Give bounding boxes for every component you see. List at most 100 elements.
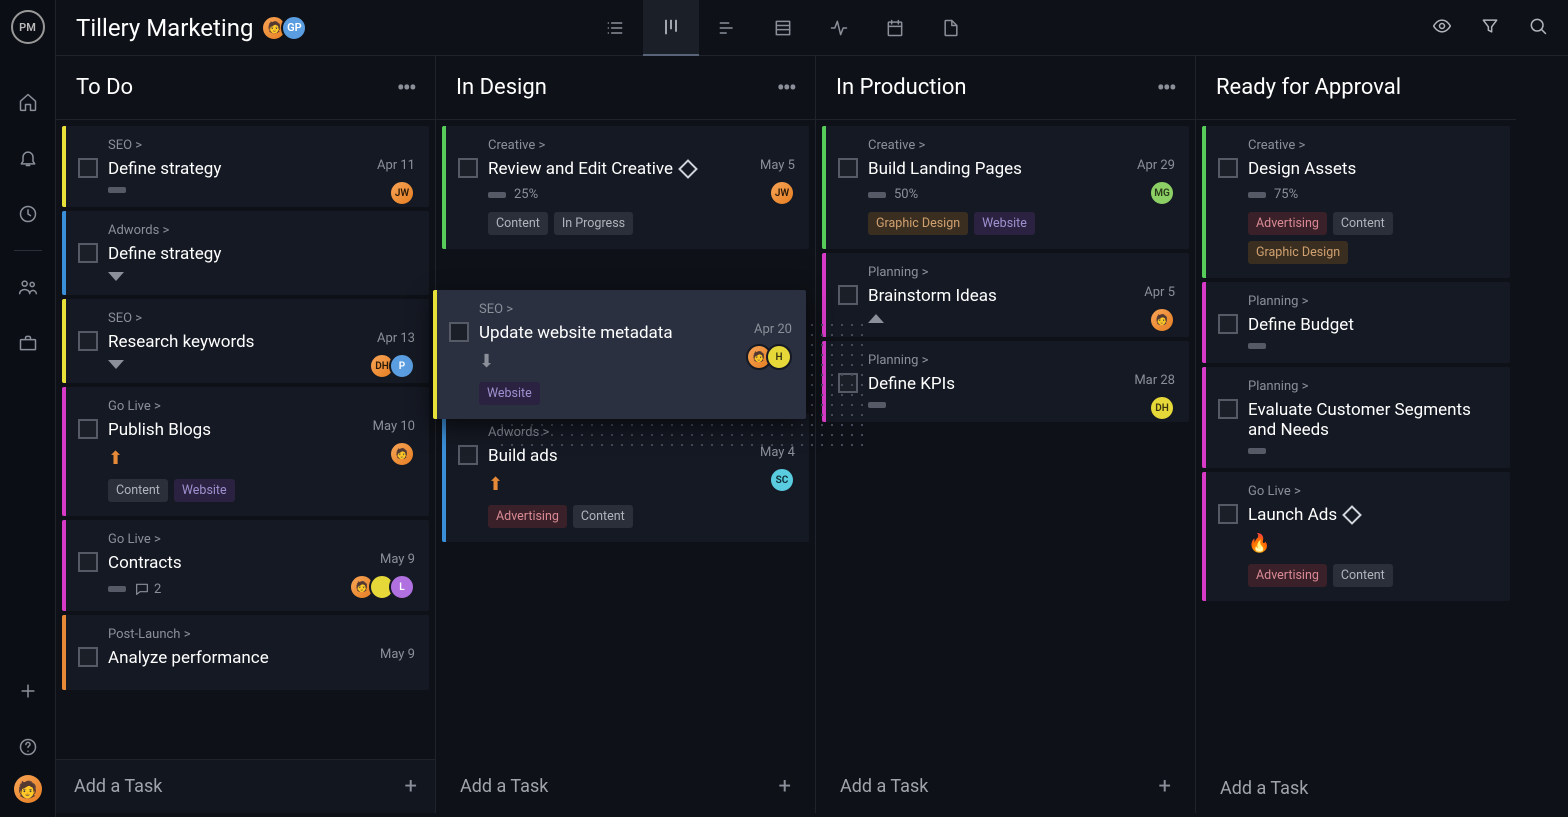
priority-critical-icon: 🔥 — [1248, 533, 1270, 554]
task-card[interactable]: Planning >Evaluate Customer Segments and… — [1202, 367, 1510, 468]
task-card[interactable]: Go Live >Publish BlogsMay 10🧑⬆ContentWeb… — [62, 387, 429, 516]
tag[interactable]: Website — [174, 479, 235, 502]
tag[interactable]: Website — [974, 212, 1035, 235]
card-assignees[interactable]: MG — [1155, 180, 1175, 206]
task-checkbox[interactable] — [78, 158, 98, 178]
search-icon[interactable] — [1528, 16, 1548, 40]
card-assignees[interactable]: DH — [1155, 395, 1175, 421]
assignee-avatar[interactable]: SC — [769, 467, 795, 493]
view-board-icon[interactable] — [643, 0, 699, 56]
task-card[interactable]: Post-Launch >Analyze performanceMay 9 — [62, 615, 429, 690]
task-card[interactable]: Planning >Define KPIsMar 28DH — [822, 341, 1189, 422]
task-checkbox[interactable] — [838, 285, 858, 305]
people-icon[interactable] — [16, 275, 40, 299]
task-card[interactable]: Adwords >Define strategy — [62, 211, 429, 295]
assignee-avatar[interactable]: JW — [389, 180, 415, 206]
tag[interactable]: Content — [108, 479, 168, 502]
tag[interactable]: In Progress — [554, 212, 633, 235]
task-checkbox[interactable] — [78, 331, 98, 351]
task-checkbox[interactable] — [78, 243, 98, 263]
tag[interactable]: Advertising — [1248, 212, 1327, 235]
task-card[interactable]: Go Live >ContractsMay 9🧑L 2 — [62, 520, 429, 611]
tag[interactable]: Content — [573, 505, 633, 528]
member-avatar[interactable]: GP — [281, 15, 307, 41]
home-icon[interactable] — [16, 90, 40, 114]
task-checkbox[interactable] — [1218, 158, 1238, 178]
card-date: May 5 — [760, 158, 795, 173]
card-meta: ⬆ — [488, 474, 795, 495]
task-card[interactable]: Creative >Design Assets75%AdvertisingCon… — [1202, 126, 1510, 278]
add-task-button[interactable]: Add a Task+ — [822, 760, 1189, 813]
task-checkbox[interactable] — [449, 322, 469, 342]
view-gantt-icon[interactable] — [699, 0, 755, 56]
assignee-avatar[interactable]: P — [389, 353, 415, 379]
plus-icon[interactable] — [16, 679, 40, 703]
assignee-avatar[interactable]: DH — [1149, 395, 1175, 421]
task-checkbox[interactable] — [458, 158, 478, 178]
card-assignees[interactable]: SC — [775, 467, 795, 493]
app-logo[interactable]: PM — [11, 10, 45, 44]
card-title: Research keywords — [108, 332, 415, 352]
assignee-avatar[interactable]: 🧑 — [389, 441, 415, 467]
column-menu-icon[interactable]: ••• — [1157, 74, 1175, 102]
task-card[interactable]: Creative >Build Landing PagesApr 29MG50%… — [822, 126, 1189, 249]
task-checkbox[interactable] — [78, 647, 98, 667]
task-checkbox[interactable] — [838, 158, 858, 178]
task-checkbox[interactable] — [1218, 399, 1238, 419]
task-checkbox[interactable] — [458, 445, 478, 465]
view-activity-icon[interactable] — [811, 0, 867, 56]
assignee-avatar[interactable]: MG — [1149, 180, 1175, 206]
task-checkbox[interactable] — [78, 419, 98, 439]
card-assignees[interactable]: DHP — [375, 353, 415, 379]
assignee-avatar[interactable]: L — [389, 574, 415, 600]
card-assignees[interactable]: JW — [395, 180, 415, 206]
column-menu-icon[interactable]: ••• — [777, 74, 795, 102]
clock-icon[interactable] — [16, 202, 40, 226]
task-card[interactable]: Planning >Define Budget — [1202, 282, 1510, 363]
card-assignees[interactable]: 🧑L — [355, 574, 415, 600]
task-checkbox[interactable] — [78, 552, 98, 572]
dragging-card[interactable]: SEO > Update website metadata Apr 20 🧑H … — [433, 290, 806, 419]
add-task-button[interactable]: Add a Task+ — [442, 760, 809, 813]
card-assignees[interactable]: 🧑H — [752, 344, 792, 370]
task-card[interactable]: SEO >Define strategyApr 11JW — [62, 126, 429, 207]
user-avatar[interactable]: 🧑 — [14, 775, 42, 803]
view-calendar-icon[interactable] — [867, 0, 923, 56]
view-list-icon[interactable] — [587, 0, 643, 56]
tag[interactable]: Content — [1333, 564, 1393, 587]
view-table-icon[interactable] — [755, 0, 811, 56]
priority-bar-icon — [108, 586, 126, 592]
add-task-button[interactable]: Add a Task — [1202, 764, 1510, 813]
tag[interactable]: Website — [479, 382, 540, 405]
tag[interactable]: Graphic Design — [868, 212, 968, 235]
column-menu-icon[interactable]: ••• — [397, 74, 415, 102]
task-card[interactable]: Go Live >Launch Ads 🔥AdvertisingContent — [1202, 472, 1510, 601]
tag[interactable]: Content — [1333, 212, 1393, 235]
card-category: Planning > — [1248, 379, 1496, 394]
comments-count[interactable]: 2 — [134, 581, 161, 597]
briefcase-icon[interactable] — [16, 331, 40, 355]
assignee-avatar[interactable]: JW — [769, 180, 795, 206]
task-card[interactable]: Planning >Brainstorm IdeasApr 5🧑 — [822, 253, 1189, 337]
help-icon[interactable] — [16, 735, 40, 759]
tag[interactable]: Advertising — [1248, 564, 1327, 587]
filter-icon[interactable] — [1480, 16, 1500, 40]
card-assignees[interactable]: 🧑 — [1155, 307, 1175, 333]
task-checkbox[interactable] — [1218, 314, 1238, 334]
card-assignees[interactable]: 🧑 — [395, 441, 415, 467]
priority-bar-icon — [1248, 192, 1266, 198]
card-assignees[interactable]: JW — [775, 180, 795, 206]
task-checkbox[interactable] — [1218, 504, 1238, 524]
tag[interactable]: Graphic Design — [1248, 241, 1348, 264]
task-card[interactable]: SEO >Research keywordsApr 13DHP — [62, 299, 429, 383]
bell-icon[interactable] — [16, 146, 40, 170]
add-task-button[interactable]: Add a Task+ — [56, 759, 435, 813]
task-card[interactable]: Creative >Review and Edit Creative May 5… — [442, 126, 809, 249]
tag[interactable]: Content — [488, 212, 548, 235]
assignee-avatar[interactable]: 🧑 — [1149, 307, 1175, 333]
eye-icon[interactable] — [1432, 16, 1452, 40]
view-file-icon[interactable] — [923, 0, 979, 56]
header: Tillery Marketing 🧑GP — [56, 0, 1568, 56]
tag[interactable]: Advertising — [488, 505, 567, 528]
project-members[interactable]: 🧑GP — [267, 15, 307, 41]
